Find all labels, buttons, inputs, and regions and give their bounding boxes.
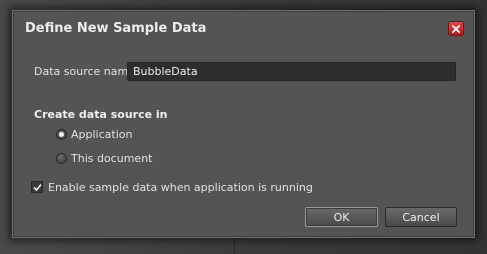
dialog-title: Define New Sample Data	[25, 21, 207, 36]
checkmark-icon	[32, 183, 42, 191]
radio-this-document-label[interactable]: This document	[71, 152, 152, 165]
radio-application-label[interactable]: Application	[71, 128, 132, 141]
ok-button[interactable]: OK	[305, 207, 378, 227]
enable-sample-data-checkbox[interactable]	[31, 181, 43, 193]
enable-sample-data-label[interactable]: Enable sample data when application is r…	[48, 181, 313, 194]
cancel-button[interactable]: Cancel	[385, 207, 457, 227]
radio-selected-dot	[59, 132, 64, 137]
close-button[interactable]	[448, 21, 464, 36]
radio-application[interactable]	[56, 129, 67, 140]
dialog-titlebar[interactable]: Define New Sample Data	[13, 11, 474, 45]
data-source-name-label: Data source name	[34, 65, 135, 78]
backdrop-divider	[234, 236, 235, 254]
close-icon	[452, 24, 460, 33]
create-in-heading: Create data source in	[34, 108, 168, 121]
data-source-name-input[interactable]: BubbleData	[127, 62, 456, 81]
define-sample-data-dialog: Define New Sample Data Data source name …	[12, 10, 475, 238]
radio-this-document[interactable]	[56, 153, 67, 164]
